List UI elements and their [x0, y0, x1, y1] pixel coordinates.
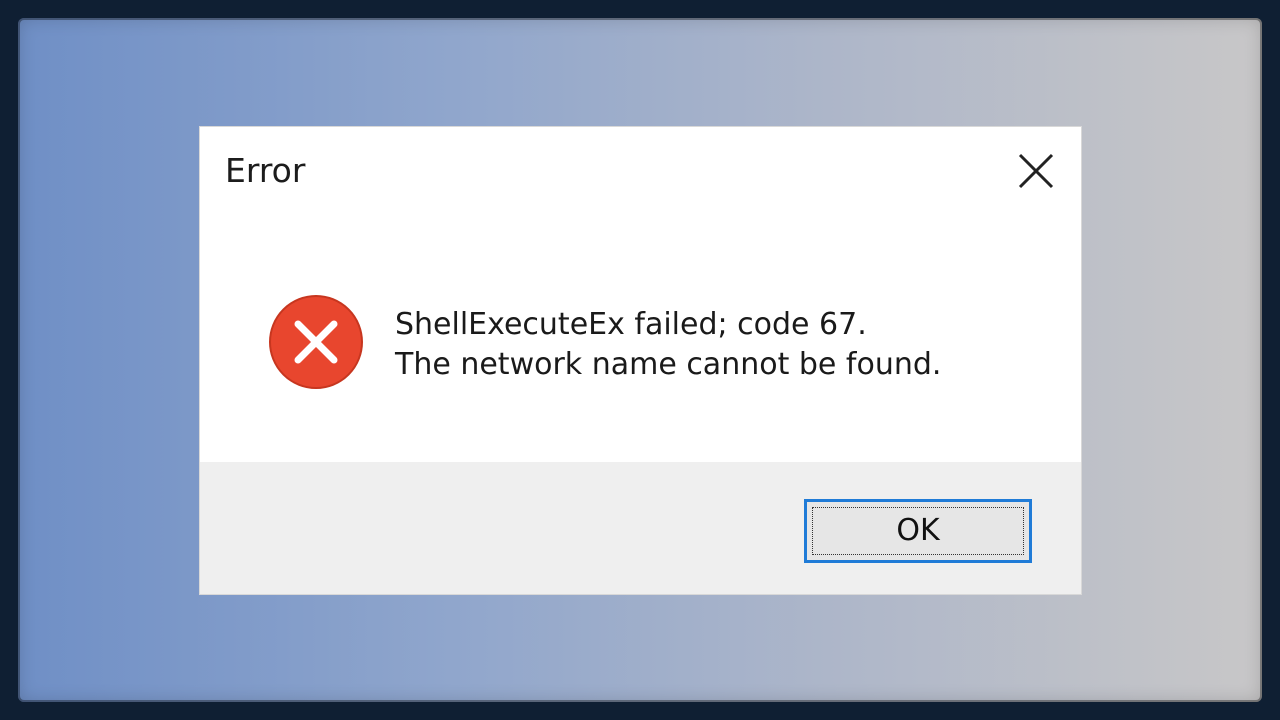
dialog-footer: OK: [200, 462, 1081, 594]
ok-button[interactable]: OK: [804, 499, 1032, 563]
error-message-line-1: ShellExecuteEx failed; code 67.: [395, 307, 867, 342]
dialog-title: Error: [225, 151, 306, 190]
error-message-line-2: The network name cannot be found.: [395, 347, 942, 382]
close-button[interactable]: [1000, 143, 1072, 199]
dialog-titlebar[interactable]: Error: [200, 127, 1081, 217]
close-icon: [1018, 153, 1054, 189]
dialog-content: ShellExecuteEx failed; code 67. The netw…: [200, 217, 1081, 462]
error-icon: [269, 295, 363, 389]
ok-button-label: OK: [896, 512, 940, 548]
error-message: ShellExecuteEx failed; code 67. The netw…: [395, 305, 941, 385]
error-dialog: Error ShellExecuteEx failed; code 67. Th…: [200, 127, 1081, 594]
